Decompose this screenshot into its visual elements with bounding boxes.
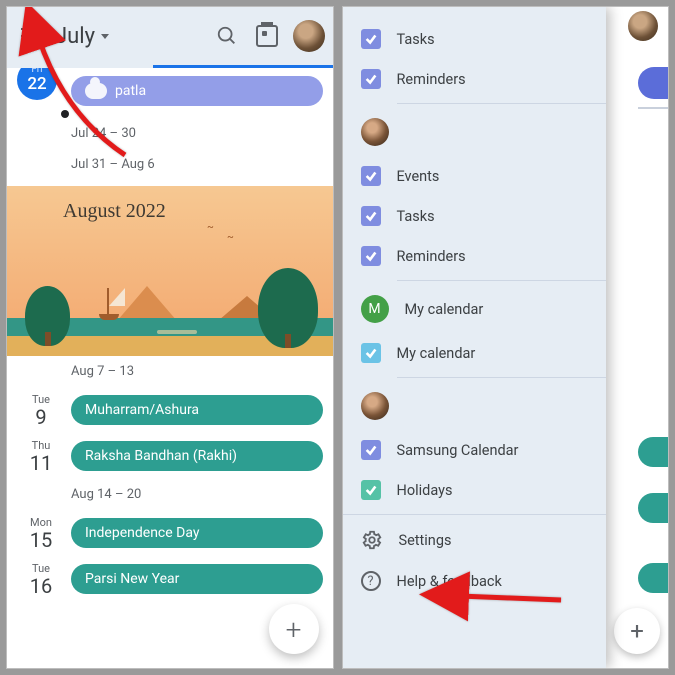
- week-range: Jul 24 – 30: [7, 118, 333, 149]
- checkbox-icon[interactable]: [361, 166, 381, 186]
- event-pill[interactable]: Raksha Bandhan (Rakhi): [71, 441, 323, 471]
- background-event-pill: [638, 563, 668, 593]
- month-label: July: [55, 24, 95, 49]
- drawer-help[interactable]: ? Help & feedback: [343, 561, 607, 601]
- drawer-checkbox-item[interactable]: Reminders: [343, 236, 607, 276]
- chevron-down-icon: [101, 34, 109, 39]
- background-event-pill: [638, 437, 668, 467]
- drawer-item-label: Events: [397, 168, 440, 185]
- drawer-item-label: Help & feedback: [397, 573, 502, 590]
- search-icon[interactable]: [213, 22, 241, 50]
- day-row[interactable]: Tue16 Parsi New Year: [7, 556, 333, 602]
- account-avatar: [361, 392, 389, 420]
- drawer-checkbox-item[interactable]: Events: [343, 156, 607, 196]
- profile-avatar: [628, 11, 658, 41]
- drawer-checkbox-item[interactable]: Samsung Calendar: [343, 430, 607, 470]
- month-illustration: ~~ August 2022: [7, 186, 333, 356]
- current-day-row[interactable]: Fri 22 patla: [7, 68, 333, 114]
- drawer-account-header[interactable]: [343, 108, 607, 156]
- week-range: Jul 31 – Aug 6: [7, 149, 333, 180]
- today-icon[interactable]: [253, 22, 281, 50]
- navigation-drawer[interactable]: Tasks Reminders Events Tasks Reminders: [343, 7, 607, 668]
- drawer-account-header[interactable]: [343, 382, 607, 430]
- checkbox-icon[interactable]: [361, 246, 381, 266]
- event-pill-weather[interactable]: patla: [71, 76, 323, 106]
- drawer-item-label: My calendar: [397, 345, 476, 362]
- drawer-settings[interactable]: Settings: [343, 519, 607, 561]
- drawer-checkbox-item[interactable]: Reminders: [343, 59, 607, 99]
- checkbox-icon[interactable]: [361, 343, 381, 363]
- drawer-checkbox-item[interactable]: Holidays: [343, 470, 607, 510]
- drawer-item-label: Holidays: [397, 482, 453, 499]
- menu-icon[interactable]: [21, 28, 43, 44]
- create-event-fab: +: [614, 608, 660, 654]
- cloud-icon: [85, 83, 107, 99]
- account-avatar: M: [361, 295, 389, 323]
- profile-avatar[interactable]: [293, 20, 325, 52]
- calendar-topbar: July: [7, 7, 333, 65]
- drawer-item-label: Settings: [399, 532, 452, 549]
- month-dropdown[interactable]: July: [55, 24, 109, 49]
- month-header: August 2022: [63, 200, 166, 223]
- day-row[interactable]: Tue9 Muharram/Ashura: [7, 387, 333, 433]
- drawer-item-label: My calendar: [405, 301, 484, 318]
- drawer-account-header[interactable]: M My calendar: [343, 285, 607, 333]
- week-range: Aug 7 – 13: [7, 356, 333, 387]
- drawer-item-label: Tasks: [397, 208, 435, 225]
- schedule-scroll[interactable]: Fri 22 patla Jul 24 – 30 Jul 31 – Aug 6: [7, 68, 333, 668]
- week-range: Aug 14 – 20: [7, 479, 333, 510]
- drawer-item-label: Reminders: [397, 248, 466, 265]
- checkbox-icon[interactable]: [361, 480, 381, 500]
- background-event-pill: [638, 67, 668, 99]
- now-indicator: [61, 110, 69, 118]
- drawer-checkbox-item[interactable]: Tasks: [343, 196, 607, 236]
- drawer-item-label: Samsung Calendar: [397, 442, 519, 459]
- drawer-checkbox-item[interactable]: Tasks: [343, 19, 607, 59]
- checkbox-icon[interactable]: [361, 206, 381, 226]
- today-badge: Fri 22: [17, 68, 57, 100]
- event-pill[interactable]: Parsi New Year: [71, 564, 323, 594]
- day-row[interactable]: Mon15 Independence Day: [7, 510, 333, 556]
- event-pill[interactable]: Muharram/Ashura: [71, 395, 323, 425]
- drawer-item-label: Tasks: [397, 31, 435, 48]
- background-event-pill: [638, 493, 668, 523]
- create-event-fab[interactable]: +: [269, 604, 319, 654]
- checkbox-icon[interactable]: [361, 29, 381, 49]
- drawer-item-label: Reminders: [397, 71, 466, 88]
- help-icon: ?: [361, 571, 381, 591]
- event-label: patla: [115, 83, 146, 99]
- day-row[interactable]: Thu11 Raksha Bandhan (Rakhi): [7, 433, 333, 479]
- checkbox-icon[interactable]: [361, 69, 381, 89]
- event-pill[interactable]: Independence Day: [71, 518, 323, 548]
- gear-icon: [361, 529, 383, 551]
- checkbox-icon[interactable]: [361, 440, 381, 460]
- account-avatar: [361, 118, 389, 146]
- drawer-checkbox-item[interactable]: My calendar: [343, 333, 607, 373]
